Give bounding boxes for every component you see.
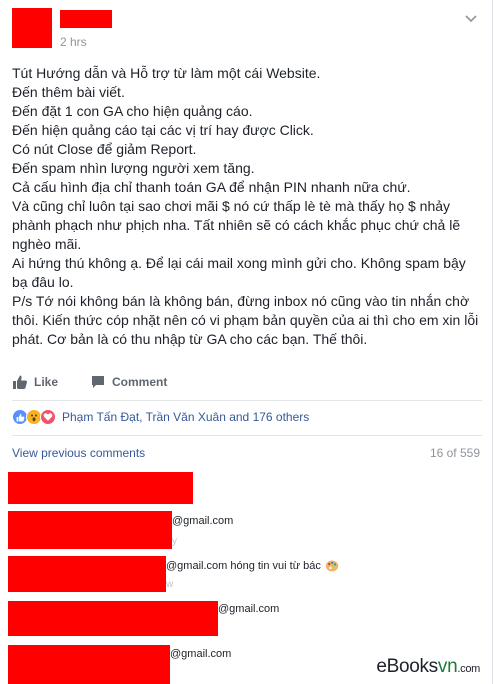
post-line: Có nút Close để giảm Report.	[12, 141, 197, 157]
comment-author-redacted[interactable]	[8, 472, 193, 504]
comment-author-redacted[interactable]	[8, 556, 166, 592]
like-label: Like	[34, 375, 59, 389]
post-line: Đến spam nhìn lượng người xem tăng.	[12, 160, 255, 176]
post-line: Đến hiện quảng cáo tại các vị trí hay đư…	[12, 122, 314, 138]
palette-emoji-icon	[325, 560, 339, 572]
chevron-down-icon	[465, 15, 477, 23]
post-line: Đến thêm bài viết.	[12, 84, 125, 100]
reaction-summary[interactable]: Phạm Tấn Đạt, Trần Văn Xuân and 176 othe…	[12, 408, 309, 426]
comment-label: Comment	[112, 375, 168, 389]
post-line: Và cũng chỉ luôn tại sao chơi mãi $ nó c…	[12, 198, 461, 252]
comment-bubble-icon	[92, 376, 105, 388]
post-action-bar: Like Comment	[12, 371, 482, 393]
like-button[interactable]: Like	[12, 374, 58, 390]
post-line: Đến đặt 1 con GA cho hiện quảng cáo.	[12, 103, 253, 119]
comment-button[interactable]: Comment	[90, 374, 167, 390]
comment-count: 16 of 559	[429, 446, 480, 460]
comment-author-redacted[interactable]	[8, 601, 218, 636]
view-previous-comments-link[interactable]: View previous comments	[12, 446, 145, 460]
more-options-icon[interactable]	[464, 10, 478, 26]
watermark-tld: .com	[457, 663, 480, 675]
watermark-suffix: vn	[437, 656, 458, 677]
thumbs-up-icon	[13, 375, 27, 389]
post-line: Cả cấu hình địa chỉ thanh toán GA để nhậ…	[12, 179, 411, 195]
comment-meta: y	[172, 536, 177, 547]
divider	[12, 400, 482, 401]
post-timestamp[interactable]: 2 hrs	[60, 35, 87, 49]
comment-meta: w	[166, 579, 174, 590]
reaction-names[interactable]: Phạm Tấn Đạt, Trần Văn Xuân and 176 othe…	[62, 410, 309, 424]
watermark-main: eBooks	[376, 656, 438, 677]
post-line: Ai hứng thú không ạ. Để lại cái mail xon…	[12, 255, 466, 290]
comment-text: @gmail.com	[218, 603, 280, 615]
comment-author-redacted[interactable]	[8, 511, 172, 549]
post-body: Tút Hướng dẫn và Hỗ trợ từ làm một cái W…	[12, 64, 482, 349]
love-reaction-icon	[40, 409, 56, 425]
comment-text: @gmail.com	[170, 648, 232, 660]
comment-item: @gmail.com hóng tin vui từ bác	[166, 559, 339, 573]
avatar-redacted[interactable]	[12, 8, 52, 48]
divider	[12, 435, 482, 436]
comment-text: @gmail.com hóng tin vui từ bác	[166, 560, 321, 572]
post-line: Tút Hướng dẫn và Hỗ trợ từ làm một cái W…	[12, 65, 321, 81]
comment-text: @gmail.com	[172, 515, 234, 527]
facebook-post-card: 2 hrs Tút Hướng dẫn và Hỗ trợ từ làm một…	[0, 0, 493, 684]
author-name-redacted[interactable]	[60, 10, 112, 28]
ebooksvn-watermark-logo: eBooksvn.com	[376, 656, 480, 678]
post-line: P/s Tớ nói không bán là không bán, đừng …	[12, 293, 479, 347]
comment-author-redacted[interactable]	[8, 645, 170, 684]
